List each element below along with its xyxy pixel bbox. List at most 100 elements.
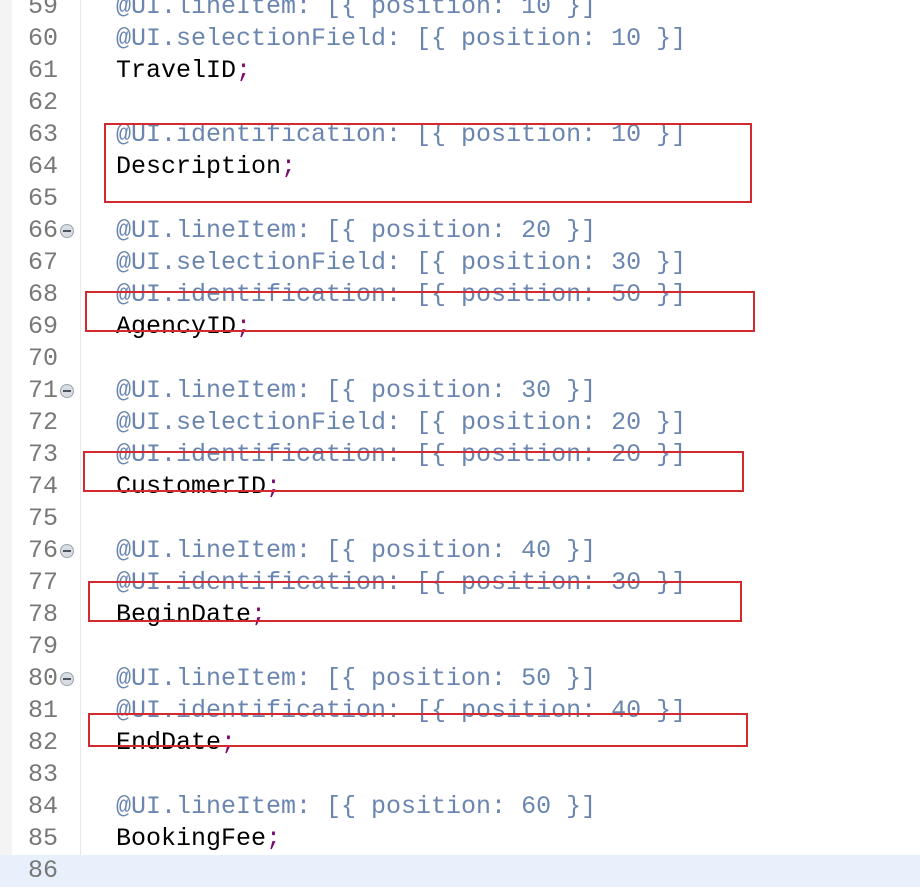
code-line[interactable]: 64 Description; — [0, 151, 920, 183]
code-line[interactable]: 82 EndDate; — [0, 727, 920, 759]
code-line[interactable]: 78 BeginDate; — [0, 599, 920, 631]
field-name: CustomerID — [116, 472, 267, 501]
line-number: 78 — [27, 600, 58, 629]
line-number: 63 — [27, 120, 58, 149]
code-line[interactable]: 63 @UI.identification: [{ position: 10 }] — [0, 119, 920, 151]
collapse-fold-icon[interactable] — [60, 384, 74, 398]
line-number: 80 — [27, 664, 58, 693]
field-name: AgencyID — [116, 312, 237, 341]
line-number: 73 — [27, 440, 58, 469]
code-text: @UI.identification: [{ position: 10 }] — [116, 119, 686, 151]
line-number: 67 — [27, 248, 58, 277]
code-line[interactable]: 66 @UI.lineItem: [{ position: 20 }] — [0, 215, 920, 247]
semicolon: ; — [251, 600, 267, 629]
code-text: @UI.identification: [{ position: 40 }] — [116, 695, 686, 727]
code-text: CustomerID; — [116, 471, 281, 503]
code-line[interactable]: 60 @UI.selectionField: [{ position: 10 }] — [0, 23, 920, 55]
line-number: 75 — [27, 504, 58, 533]
code-line[interactable]: 75 — [0, 503, 920, 535]
code-line[interactable]: 65 — [0, 183, 920, 215]
semicolon: ; — [236, 56, 252, 85]
semicolon: ; — [266, 824, 282, 853]
annotation-text: @UI.identification: [{ position: 20 }] — [116, 440, 687, 469]
code-line[interactable]: 67 @UI.selectionField: [{ position: 30 }] — [0, 247, 920, 279]
code-line[interactable]: 80 @UI.lineItem: [{ position: 50 }] — [0, 663, 920, 695]
line-number: 79 — [27, 632, 58, 661]
code-text: @UI.lineItem: [{ position: 50 }] — [116, 663, 596, 695]
code-line[interactable]: 61 TravelID; — [0, 55, 920, 87]
semicolon: ; — [281, 152, 297, 181]
annotation-text: @UI.lineItem: [{ position: 10 }] — [116, 0, 597, 21]
line-number: 83 — [27, 760, 58, 789]
line-number: 81 — [27, 696, 58, 725]
line-number: 69 — [27, 312, 58, 341]
annotation-text: @UI.identification: [{ position: 10 }] — [116, 120, 687, 149]
code-line[interactable]: 59 @UI.lineItem: [{ position: 10 }] — [0, 0, 920, 23]
code-lines[interactable]: 59 @UI.lineItem: [{ position: 10 }] 60 @UI.… — [0, 0, 920, 887]
code-line[interactable]: 85 BookingFee; — [0, 823, 920, 855]
annotation-text: @UI.selectionField: [{ position: 10 }] — [116, 24, 687, 53]
line-number: 82 — [27, 728, 58, 757]
annotation-text: @UI.lineItem: [{ position: 60 }] — [116, 792, 597, 821]
line-number: 68 — [27, 280, 58, 309]
field-name: BeginDate — [116, 600, 252, 629]
line-number: 85 — [27, 824, 58, 853]
annotation-text: @UI.lineItem: [{ position: 30 }] — [116, 376, 597, 405]
annotation-text: @UI.lineItem: [{ position: 50 }] — [116, 664, 597, 693]
line-number: 64 — [27, 152, 58, 181]
line-number: 76 — [27, 536, 58, 565]
collapse-fold-icon[interactable] — [60, 672, 74, 686]
code-text: Description; — [116, 151, 296, 183]
line-number: 62 — [27, 88, 58, 117]
current-line[interactable]: 86 — [0, 855, 920, 887]
code-line[interactable]: 77 @UI.identification: [{ position: 30 }] — [0, 567, 920, 599]
code-text: @UI.identification: [{ position: 30 }] — [116, 567, 686, 599]
code-text: @UI.identification: [{ position: 50 }] — [116, 279, 686, 311]
line-number: 74 — [27, 472, 58, 501]
line-number: 70 — [27, 344, 58, 373]
code-text: TravelID; — [116, 55, 251, 87]
annotation-text: @UI.lineItem: [{ position: 20 }] — [116, 216, 597, 245]
code-text: AgencyID; — [116, 311, 251, 343]
collapse-fold-icon[interactable] — [60, 224, 74, 238]
annotation-text: @UI.identification: [{ position: 40 }] — [116, 696, 687, 725]
code-line[interactable]: 79 — [0, 631, 920, 663]
field-name: TravelID — [116, 56, 237, 85]
code-line[interactable]: 62 — [0, 87, 920, 119]
code-text: BeginDate; — [116, 599, 266, 631]
semicolon: ; — [221, 728, 237, 757]
annotation-text: @UI.selectionField: [{ position: 30 }] — [116, 248, 687, 277]
code-text: @UI.lineItem: [{ position: 30 }] — [116, 375, 596, 407]
code-line[interactable]: 71 @UI.lineItem: [{ position: 30 }] — [0, 375, 920, 407]
line-number: 60 — [27, 24, 58, 53]
annotation-text: @UI.identification: [{ position: 50 }] — [116, 280, 687, 309]
line-number: 65 — [27, 184, 58, 213]
annotation-text: @UI.identification: [{ position: 30 }] — [116, 568, 687, 597]
code-text: @UI.selectionField: [{ position: 10 }] — [116, 23, 686, 55]
line-number: 77 — [27, 568, 58, 597]
code-line[interactable]: 70 — [0, 343, 920, 375]
code-line[interactable]: 83 — [0, 759, 920, 791]
code-line[interactable]: 68 @UI.identification: [{ position: 50 }] — [0, 279, 920, 311]
line-number: 84 — [27, 792, 58, 821]
code-text: BookingFee; — [116, 823, 281, 855]
code-text: @UI.lineItem: [{ position: 20 }] — [116, 215, 596, 247]
line-number: 59 — [27, 0, 58, 21]
code-line[interactable]: 84 @UI.lineItem: [{ position: 60 }] — [0, 791, 920, 823]
code-text: @UI.lineItem: [{ position: 10 }] — [116, 0, 596, 23]
code-line[interactable]: 73 @UI.identification: [{ position: 20 }] — [0, 439, 920, 471]
semicolon: ; — [236, 312, 252, 341]
code-line[interactable]: 72 @UI.selectionField: [{ position: 20 }] — [0, 407, 920, 439]
semicolon: ; — [266, 472, 282, 501]
code-line[interactable]: 81 @UI.identification: [{ position: 40 }] — [0, 695, 920, 727]
code-text: @UI.lineItem: [{ position: 40 }] — [116, 535, 596, 567]
code-line[interactable]: 74 CustomerID; — [0, 471, 920, 503]
annotation-text: @UI.selectionField: [{ position: 20 }] — [116, 408, 687, 437]
code-text: @UI.selectionField: [{ position: 20 }] — [116, 407, 686, 439]
code-line[interactable]: 76 @UI.lineItem: [{ position: 40 }] — [0, 535, 920, 567]
collapse-fold-icon[interactable] — [60, 544, 74, 558]
code-line[interactable]: 69 AgencyID; — [0, 311, 920, 343]
line-number: 71 — [27, 376, 58, 405]
code-editor[interactable]: 59 @UI.lineItem: [{ position: 10 }] 60 @UI.… — [0, 0, 920, 887]
annotation-text: @UI.lineItem: [{ position: 40 }] — [116, 536, 597, 565]
